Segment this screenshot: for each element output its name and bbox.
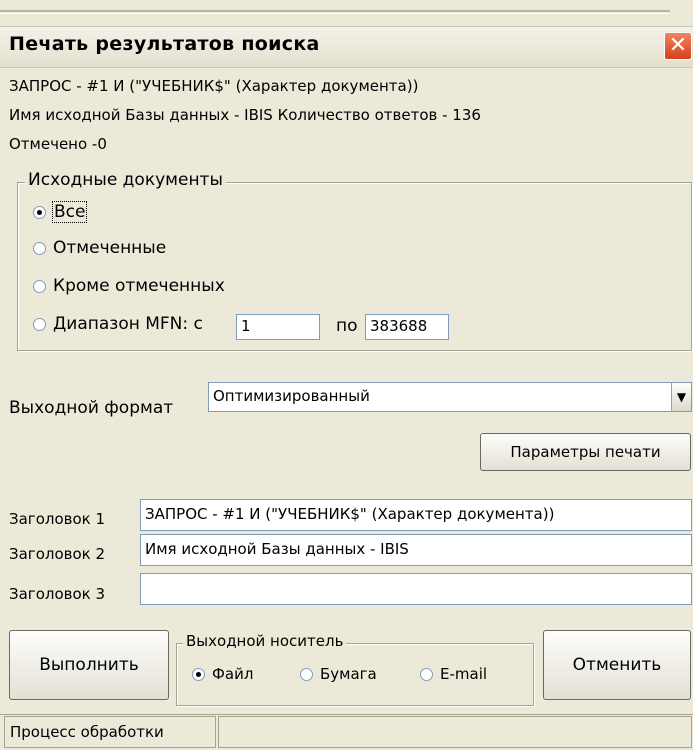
- radio-button-icon[interactable]: [420, 667, 433, 681]
- radio-marked[interactable]: Отмеченные: [33, 238, 166, 258]
- radio-all-label: Все: [51, 201, 88, 223]
- cancel-button[interactable]: Отменить: [543, 630, 691, 700]
- radio-file-label: Файл: [212, 665, 254, 683]
- header-2-input[interactable]: Имя исходной Базы данных - IBIS: [140, 534, 692, 566]
- radio-all[interactable]: Все: [33, 201, 88, 223]
- background-window-strip: [0, 0, 693, 26]
- status-text: Процесс обработки: [4, 716, 216, 748]
- query-info: ЗАПРОС - #1 И ("УЧЕБНИК$" (Характер доку…: [9, 77, 419, 95]
- radio-button-icon[interactable]: [192, 667, 205, 681]
- mfn-to-label: по: [336, 316, 358, 336]
- radio-email[interactable]: E-mail: [420, 665, 487, 683]
- radio-except-marked-label: Кроме отмеченных: [53, 276, 225, 296]
- header-1-input[interactable]: ЗАПРОС - #1 И ("УЧЕБНИК$" (Характер доку…: [140, 499, 692, 531]
- output-media-label: Выходной носитель: [183, 632, 347, 650]
- radio-button-icon[interactable]: [300, 667, 313, 681]
- print-parameters-button[interactable]: Параметры печати: [480, 433, 691, 471]
- radio-except-marked[interactable]: Кроме отмеченных: [33, 276, 225, 296]
- radio-email-label: E-mail: [440, 665, 488, 683]
- mfn-to-input[interactable]: 383688: [365, 314, 449, 340]
- header-2-label: Заголовок 2: [9, 545, 106, 563]
- radio-mfn-range[interactable]: Диапазон MFN: с: [33, 314, 203, 334]
- mfn-from-input[interactable]: 1: [236, 314, 320, 340]
- output-format-label: Выходной формат: [9, 398, 174, 418]
- radio-marked-label: Отмеченные: [53, 238, 167, 258]
- header-1-label: Заголовок 1: [9, 510, 106, 528]
- divider: [0, 13, 670, 14]
- close-icon[interactable]: ✕: [664, 32, 692, 60]
- radio-button-icon[interactable]: [33, 241, 46, 255]
- database-info: Имя исходной Базы данных - IBIS Количест…: [9, 106, 481, 124]
- status-panel: [218, 716, 692, 748]
- dialog-title: Печать результатов поиска: [9, 33, 320, 55]
- radio-paper-label: Бумага: [320, 665, 377, 683]
- radio-button-icon[interactable]: [33, 205, 46, 219]
- divider: [0, 10, 670, 12]
- radio-button-icon[interactable]: [33, 279, 46, 293]
- run-button[interactable]: Выполнить: [9, 630, 169, 700]
- header-3-input[interactable]: [140, 573, 692, 605]
- radio-paper[interactable]: Бумага: [300, 665, 377, 683]
- source-documents-label: Исходные документы: [25, 170, 226, 190]
- marked-count: Отмечено -0: [9, 135, 107, 153]
- radio-button-icon[interactable]: [33, 317, 46, 331]
- chevron-down-icon[interactable]: ▼: [671, 383, 691, 411]
- output-format-select[interactable]: Оптимизированный ▼: [208, 382, 692, 412]
- header-3-label: Заголовок 3: [9, 585, 106, 603]
- radio-mfn-range-label: Диапазон MFN: с: [53, 314, 203, 334]
- radio-file[interactable]: Файл: [192, 665, 253, 683]
- output-format-value: Оптимизированный: [213, 387, 370, 405]
